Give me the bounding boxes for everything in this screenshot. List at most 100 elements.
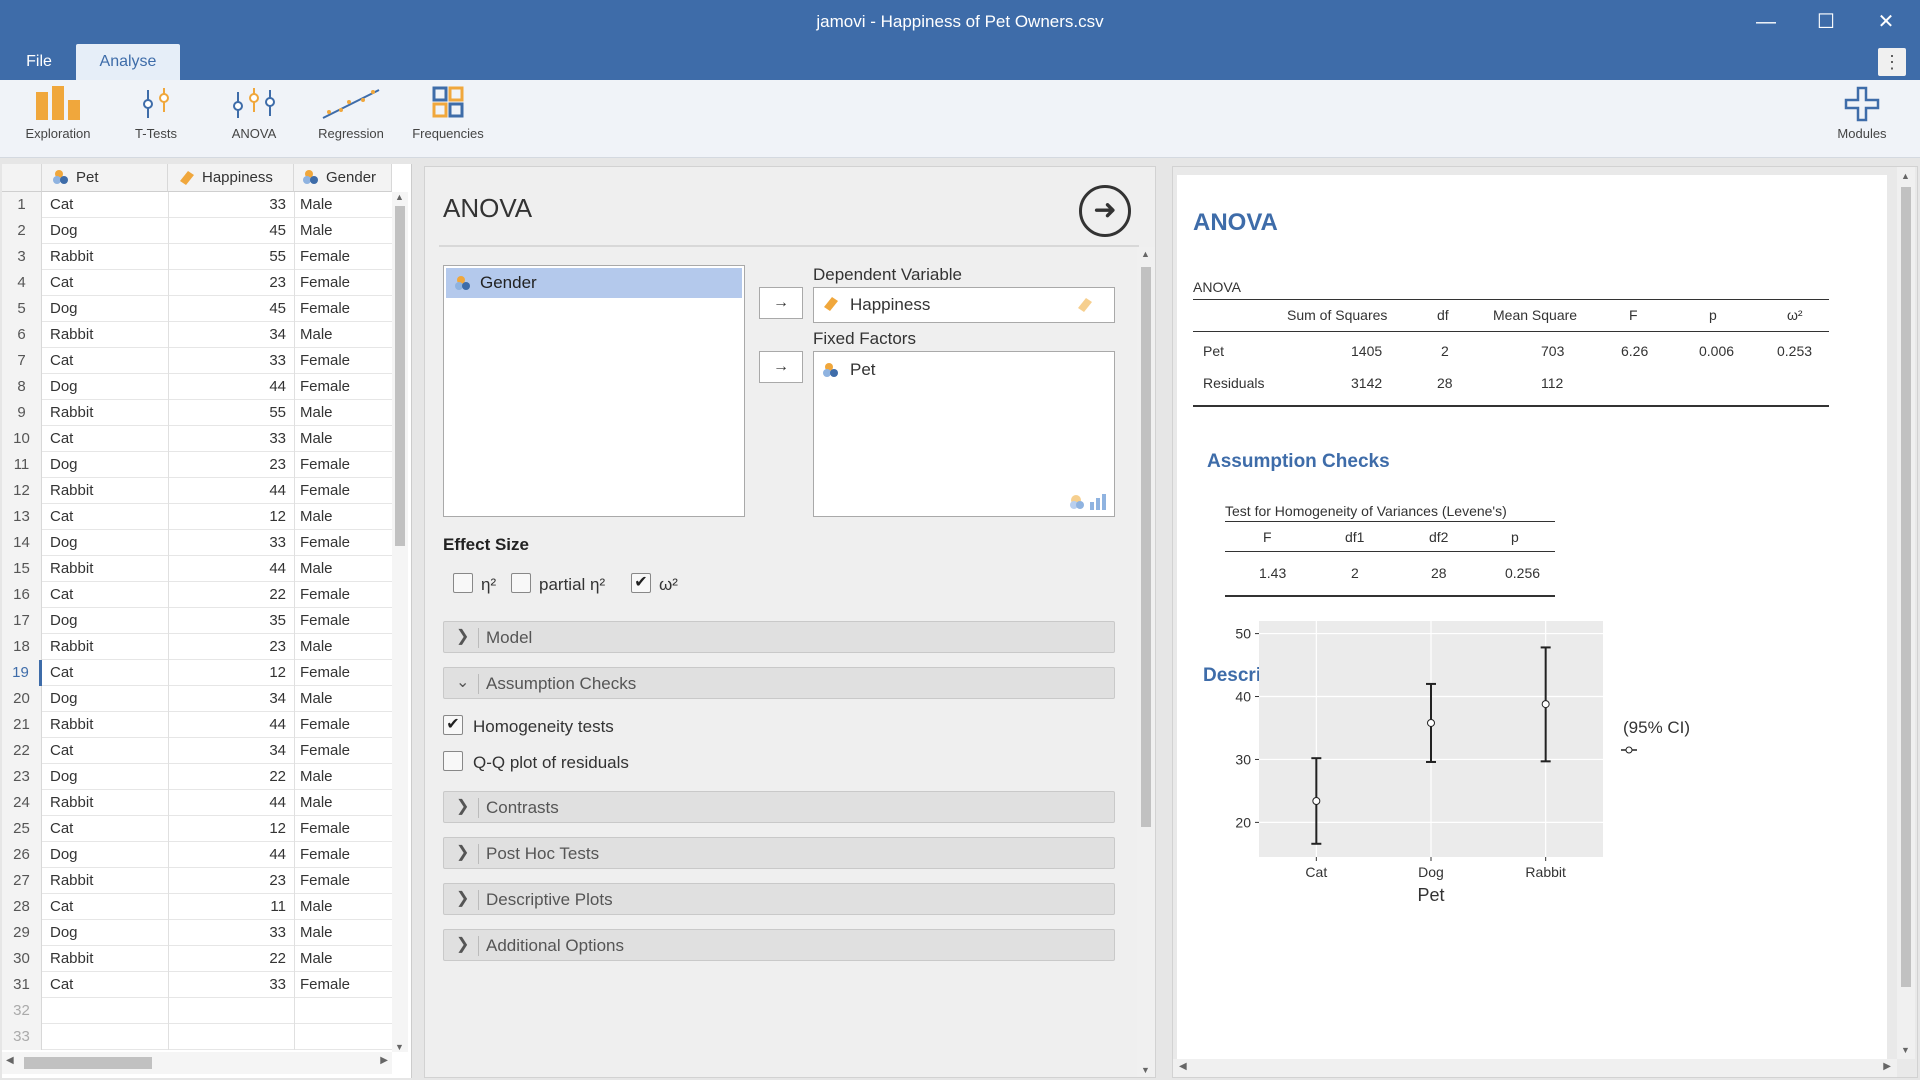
cell-pet[interactable]: Dog bbox=[50, 608, 78, 634]
cell-pet[interactable]: Dog bbox=[50, 920, 78, 946]
table-row[interactable]: 26 Dog 44 Female bbox=[2, 842, 392, 868]
table-row[interactable]: 32 bbox=[2, 998, 392, 1024]
eta-squared-checkbox[interactable] bbox=[453, 573, 473, 593]
variable-item-gender[interactable]: Gender bbox=[446, 268, 742, 298]
tab-analyse[interactable]: Analyse bbox=[76, 44, 180, 80]
row-number[interactable]: 32 bbox=[2, 998, 42, 1024]
column-header-happiness[interactable]: Happiness bbox=[168, 164, 294, 192]
modules-button[interactable]: Modules bbox=[1820, 86, 1904, 154]
maximize-icon[interactable]: ☐ bbox=[1798, 4, 1854, 40]
section-post-hoc-tests[interactable]: ❯ Post Hoc Tests bbox=[443, 837, 1115, 869]
cell-gender[interactable]: Male bbox=[300, 192, 333, 218]
cell-gender[interactable]: Male bbox=[300, 790, 333, 816]
move-to-factors-button[interactable]: → bbox=[759, 351, 803, 383]
cell-happiness[interactable]: 34 bbox=[168, 738, 286, 764]
cell-gender[interactable]: Female bbox=[300, 660, 350, 686]
cell-happiness[interactable]: 33 bbox=[168, 530, 286, 556]
cell-pet[interactable]: Rabbit bbox=[50, 400, 93, 426]
cell-pet[interactable]: Cat bbox=[50, 894, 73, 920]
table-row[interactable]: 21 Rabbit 44 Female bbox=[2, 712, 392, 738]
regression-button[interactable]: Regression bbox=[311, 86, 391, 154]
scroll-right-icon[interactable]: ▶ bbox=[380, 1055, 388, 1066]
section-additional-options[interactable]: ❯ Additional Options bbox=[443, 929, 1115, 961]
cell-pet[interactable]: Rabbit bbox=[50, 946, 93, 972]
cell-pet[interactable]: Dog bbox=[50, 764, 78, 790]
cell-happiness[interactable]: 55 bbox=[168, 244, 286, 270]
cell-happiness[interactable]: 45 bbox=[168, 218, 286, 244]
scroll-up-icon[interactable]: ▲ bbox=[1901, 171, 1910, 181]
results-horizontal-scrollbar[interactable]: ◀ ▶ bbox=[1173, 1059, 1897, 1077]
cell-gender[interactable]: Female bbox=[300, 608, 350, 634]
cell-pet[interactable]: Cat bbox=[50, 660, 73, 686]
cell-happiness[interactable]: 23 bbox=[168, 634, 286, 660]
section-model[interactable]: ❯ Model bbox=[443, 621, 1115, 653]
cell-pet[interactable]: Cat bbox=[50, 504, 73, 530]
row-number[interactable]: 1 bbox=[2, 192, 42, 218]
scroll-left-icon[interactable]: ◀ bbox=[6, 1055, 14, 1066]
row-number[interactable]: 3 bbox=[2, 244, 42, 270]
available-variables-list[interactable]: Gender bbox=[443, 265, 745, 517]
qq-plot-checkbox[interactable] bbox=[443, 751, 463, 771]
table-row[interactable]: 2 Dog 45 Male bbox=[2, 218, 392, 244]
table-row[interactable]: 1 Cat 33 Male bbox=[2, 192, 392, 218]
fixed-factors-box[interactable]: Pet bbox=[813, 351, 1115, 517]
options-scrollbar[interactable]: ▲ ▼ bbox=[1137, 247, 1155, 1077]
table-row[interactable]: 28 Cat 11 Male bbox=[2, 894, 392, 920]
cell-pet[interactable]: Cat bbox=[50, 192, 73, 218]
frequencies-button[interactable]: Frequencies bbox=[408, 86, 488, 154]
cell-gender[interactable]: Female bbox=[300, 530, 350, 556]
column-header-pet[interactable]: Pet bbox=[42, 164, 168, 192]
table-row[interactable]: 9 Rabbit 55 Male bbox=[2, 400, 392, 426]
table-row[interactable]: 29 Dog 33 Male bbox=[2, 920, 392, 946]
table-row[interactable]: 27 Rabbit 23 Female bbox=[2, 868, 392, 894]
cell-pet[interactable]: Dog bbox=[50, 842, 78, 868]
table-row[interactable]: 7 Cat 33 Female bbox=[2, 348, 392, 374]
table-row[interactable]: 5 Dog 45 Female bbox=[2, 296, 392, 322]
row-number[interactable]: 11 bbox=[2, 452, 42, 478]
cell-gender[interactable]: Male bbox=[300, 400, 333, 426]
row-number[interactable]: 31 bbox=[2, 972, 42, 998]
scrollbar-thumb[interactable] bbox=[395, 206, 405, 546]
cell-gender[interactable]: Female bbox=[300, 868, 350, 894]
column-header-gender[interactable]: Gender bbox=[294, 164, 392, 192]
table-row[interactable]: 10 Cat 33 Male bbox=[2, 426, 392, 452]
cell-happiness[interactable]: 12 bbox=[168, 816, 286, 842]
cell-gender[interactable]: Female bbox=[300, 348, 350, 374]
cell-gender[interactable]: Female bbox=[300, 452, 350, 478]
cell-gender[interactable]: Female bbox=[300, 270, 350, 296]
cell-pet[interactable]: Dog bbox=[50, 374, 78, 400]
cell-happiness[interactable]: 45 bbox=[168, 296, 286, 322]
omega-squared-checkbox[interactable]: ✔ bbox=[631, 573, 651, 593]
table-row[interactable]: 24 Rabbit 44 Male bbox=[2, 790, 392, 816]
section-descriptive-plots[interactable]: ❯ Descriptive Plots bbox=[443, 883, 1115, 915]
cell-happiness[interactable]: 11 bbox=[168, 894, 286, 920]
row-number-header[interactable] bbox=[2, 164, 42, 192]
row-number[interactable]: 16 bbox=[2, 582, 42, 608]
cell-pet[interactable]: Rabbit bbox=[50, 790, 93, 816]
row-number[interactable]: 2 bbox=[2, 218, 42, 244]
row-number[interactable]: 29 bbox=[2, 920, 42, 946]
tab-file[interactable]: File bbox=[14, 44, 64, 80]
cell-gender[interactable]: Female bbox=[300, 296, 350, 322]
scroll-right-icon[interactable]: ▶ bbox=[1883, 1061, 1891, 1072]
table-row[interactable]: 33 bbox=[2, 1024, 392, 1050]
cell-happiness[interactable]: 12 bbox=[168, 504, 286, 530]
scroll-up-icon[interactable]: ▲ bbox=[1141, 249, 1150, 259]
table-row[interactable]: 4 Cat 23 Female bbox=[2, 270, 392, 296]
row-number[interactable]: 22 bbox=[2, 738, 42, 764]
scroll-down-icon[interactable]: ▼ bbox=[1141, 1065, 1150, 1075]
cell-happiness[interactable]: 23 bbox=[168, 452, 286, 478]
cell-happiness[interactable]: 33 bbox=[168, 348, 286, 374]
cell-happiness[interactable]: 33 bbox=[168, 192, 286, 218]
cell-pet[interactable]: Cat bbox=[50, 816, 73, 842]
cell-pet[interactable]: Rabbit bbox=[50, 712, 93, 738]
cell-happiness[interactable]: 23 bbox=[168, 868, 286, 894]
cell-happiness[interactable]: 33 bbox=[168, 426, 286, 452]
table-row[interactable]: 23 Dog 22 Male bbox=[2, 764, 392, 790]
cell-gender[interactable]: Female bbox=[300, 842, 350, 868]
cell-pet[interactable]: Dog bbox=[50, 296, 78, 322]
row-number[interactable]: 7 bbox=[2, 348, 42, 374]
cell-pet[interactable]: Rabbit bbox=[50, 244, 93, 270]
move-to-dependent-button[interactable]: → bbox=[759, 287, 803, 319]
cell-gender[interactable]: Male bbox=[300, 894, 333, 920]
